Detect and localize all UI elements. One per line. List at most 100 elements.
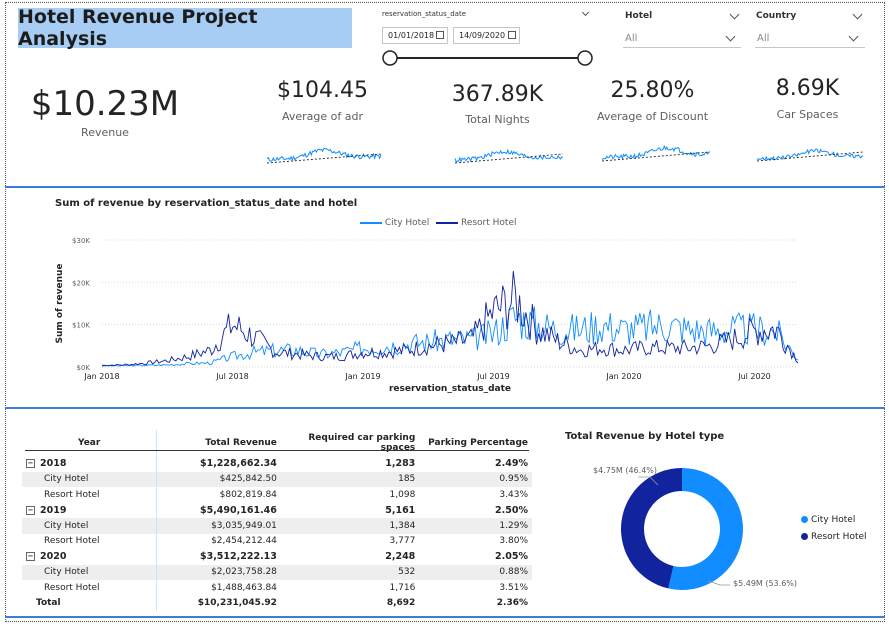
line-chart-legend: City Hotel Resort Hotel (360, 218, 516, 228)
kpi-nights-label: Total Nights (465, 113, 530, 126)
end-date-input[interactable]: 14/09/2020 (453, 27, 520, 44)
start-date-input[interactable]: 01/01/2018 (382, 27, 448, 44)
slider-end-handle[interactable] (577, 50, 593, 66)
matrix-cell: 3,777 (389, 536, 416, 547)
matrix-cell: $1,228,662.34 (199, 458, 277, 470)
matrix-cell: 0.95% (419, 471, 532, 487)
matrix-header-row: Year Total Revenue Required car parking … (22, 430, 532, 456)
matrix-cell: 2.05% (495, 551, 528, 563)
sparkline-series (266, 147, 382, 162)
matrix-hotel-row[interactable]: City Hotel $3,035,949.01 1,384 1.29% (22, 518, 532, 534)
matrix-row-label-text: Total (36, 598, 61, 609)
x-tick-label: Jul 2020 (737, 372, 771, 381)
matrix-cell: 1.29% (419, 518, 532, 534)
matrix-hotel-row[interactable]: City Hotel $2,023,758.28 532 0.88% (22, 564, 532, 580)
kpi-adr-label: Average of adr (281, 110, 363, 123)
matrix-cell: 2.49% (495, 458, 528, 470)
start-date-value: 01/01/2018 (388, 31, 435, 40)
sparkline-series (454, 148, 564, 164)
matrix-hotel-row[interactable]: Resort Hotel $802,819.84 1,098 3.43% (22, 487, 532, 503)
matrix-cell: 2,248 (385, 551, 416, 563)
kpi-revenue-value: $10.23M (30, 84, 180, 124)
matrix-row-label-text: Resort Hotel (44, 489, 100, 500)
collapse-icon[interactable]: − (26, 552, 35, 562)
matrix-year-row[interactable]: −2020 $3,512,222.13 2,248 2.05% (22, 549, 532, 565)
legend-resort-label[interactable]: Resort Hotel (461, 218, 517, 228)
calendar-icon[interactable] (508, 31, 516, 39)
divider-middle (5, 407, 885, 409)
collapse-icon[interactable]: − (26, 505, 35, 515)
matrix-row-label: City Hotel (22, 564, 158, 580)
matrix-header-revenue[interactable]: Total Revenue (157, 430, 281, 456)
legend-resort-line-icon (436, 221, 459, 224)
matrix-cell: $802,819.84 (219, 489, 277, 500)
matrix-year-row[interactable]: −2019 $5,490,161.46 5,161 2.50% (22, 502, 532, 518)
matrix-row-label-text: 2018 (40, 458, 67, 470)
date-range-slider[interactable] (380, 48, 598, 68)
matrix-cell: 1,283 (385, 458, 416, 470)
divider-bottom (5, 616, 885, 618)
y-tick-label: $20K (72, 279, 90, 287)
sparkline-trend (756, 151, 864, 162)
kpi-adr-value: $104.45 (277, 78, 368, 103)
donut-label-resort: $4.75M (46.4%) (593, 466, 658, 475)
country-dropdown-value: All (757, 33, 770, 44)
matrix-cell: 8,692 (386, 598, 416, 609)
matrix-row-label-text: City Hotel (44, 520, 89, 531)
matrix-hotel-row[interactable]: Resort Hotel $2,454,212.44 3,777 3.80% (22, 533, 532, 549)
kpi-discount-value: 25.80% (610, 78, 695, 103)
revenue-line-chart[interactable]: $0K $10K $20K $30K Jan 2018 Jul 2018 Jan 2019 J… (50, 230, 870, 398)
donut-legend-resort[interactable]: Resort Hotel (801, 532, 867, 542)
resort-hotel-series[interactable] (101, 270, 799, 367)
legend-city-label[interactable]: City Hotel (385, 218, 429, 228)
calendar-icon[interactable] (436, 31, 444, 39)
line-chart-title: Sum of revenue by reservation_status_dat… (55, 198, 358, 209)
slider-start-handle[interactable] (382, 50, 398, 66)
kpi-nights-value: 367.89K (451, 82, 544, 107)
donut-title: Total Revenue by Hotel type (565, 431, 725, 442)
date-slicer-label: reservation_status_date (382, 10, 466, 18)
matrix-header-underline (25, 450, 529, 451)
donut-legend-city[interactable]: City Hotel (801, 515, 855, 525)
matrix-header-parking[interactable]: Required car parking spaces (281, 430, 419, 456)
report-title-box: Hotel Revenue Project Analysis (18, 6, 352, 50)
legend-city-line-icon (360, 221, 382, 224)
matrix-cell: 532 (280, 564, 420, 580)
matrix-row-label: Resort Hotel (22, 580, 158, 596)
collapse-icon[interactable]: − (26, 459, 35, 469)
kpi-car-spaces-value: 8.69K (775, 76, 840, 101)
matrix-row-label-text: 2020 (40, 551, 67, 563)
matrix-row-label: Resort Hotel (22, 487, 158, 503)
x-tick-label: Jul 2019 (476, 372, 510, 381)
city-hotel-series[interactable] (101, 306, 799, 367)
kpi-car-sparkline (756, 148, 864, 162)
matrix-row-label-text: City Hotel (44, 474, 89, 485)
matrix-header-percentage[interactable]: Parking Percentage (419, 430, 532, 456)
x-axis-title: reservation_status_date (389, 384, 511, 394)
y-tick-label: $30K (72, 237, 90, 245)
matrix-cell: $2,454,212.44 (211, 536, 277, 547)
y-tick-label: $0K (77, 364, 91, 372)
revenue-matrix: Year Total Revenue Required car parking … (22, 430, 532, 611)
matrix-row-label-text: Resort Hotel (44, 536, 100, 547)
matrix-row-label: City Hotel (22, 518, 158, 534)
kpi-discount-sparkline (601, 144, 711, 162)
country-dropdown[interactable]: All (755, 30, 865, 48)
matrix-cell: $2,023,758.28 (156, 564, 281, 580)
matrix-cell: $3,035,949.01 (156, 518, 281, 534)
x-tick-label: Jan 2020 (605, 372, 641, 381)
matrix-cell: 5,161 (385, 504, 416, 516)
matrix-cell: $5,490,161.46 (199, 504, 277, 516)
kpi-car-spaces-label: Car Spaces (776, 108, 839, 121)
matrix-row-label: −2018 (22, 456, 158, 472)
matrix-header-year[interactable]: Year (22, 430, 158, 456)
matrix-total-row[interactable]: Total $10,231,045.92 8,692 2.36% (22, 595, 532, 611)
sparkline-trend (266, 153, 382, 164)
kpi-nights-sparkline (454, 148, 564, 164)
matrix-hotel-row[interactable]: Resort Hotel $1,488,463.84 1,716 3.51% (22, 580, 532, 596)
matrix-year-row[interactable]: −2018 $1,228,662.34 1,283 2.49% (22, 456, 532, 472)
report-title: Hotel Revenue Project Analysis (18, 6, 258, 50)
matrix-hotel-row[interactable]: City Hotel $425,842.50 185 0.95% (22, 471, 532, 487)
hotel-dropdown[interactable]: All (623, 30, 741, 48)
donut-label-city: $5.49M (53.6%) (733, 579, 798, 588)
